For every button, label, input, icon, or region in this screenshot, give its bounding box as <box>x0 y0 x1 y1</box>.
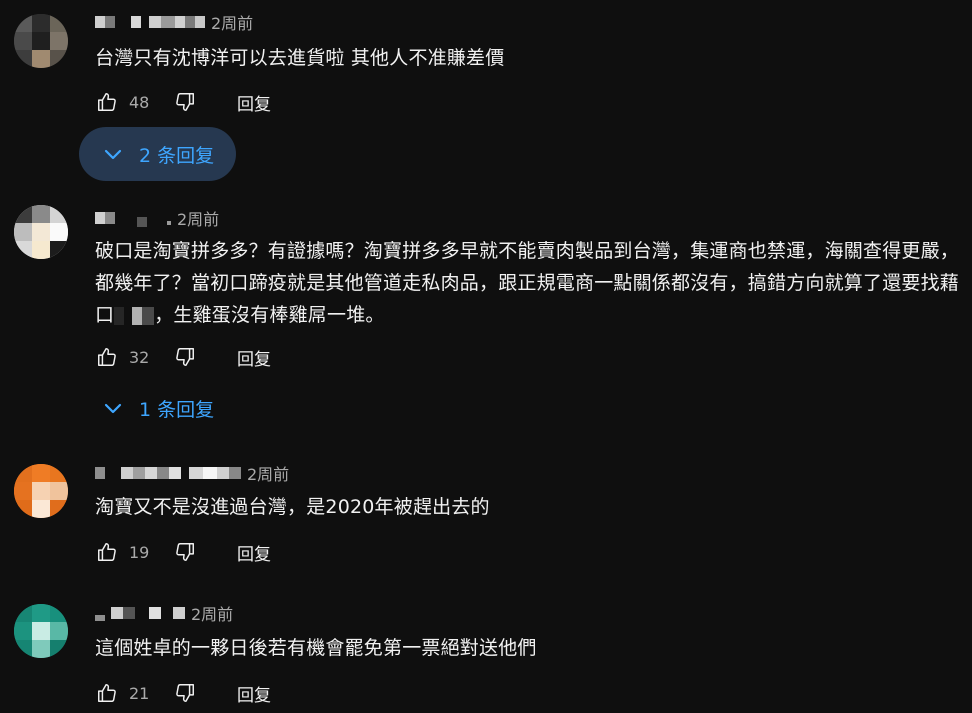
like-count: 32 <box>129 347 150 367</box>
comment-header: 2周前 <box>95 602 233 624</box>
chevron-down-icon <box>101 396 139 420</box>
comment-text: 淘寶又不是沒進過台灣，是2020年被趕出去的 <box>95 496 490 518</box>
comment-actions: 32 回复 <box>95 344 271 370</box>
comment-time[interactable]: 2周前 <box>177 206 219 230</box>
like-count: 21 <box>129 683 150 703</box>
replies-count-label: 1 条回复 <box>139 398 215 421</box>
thumb-up-icon[interactable] <box>95 345 119 369</box>
comment-time[interactable]: 2周前 <box>247 461 289 485</box>
thumb-down-icon[interactable] <box>173 681 197 705</box>
reply-button[interactable]: 回复 <box>237 345 271 370</box>
reply-button[interactable]: 回复 <box>237 90 271 115</box>
author-name-redacted[interactable] <box>95 605 185 621</box>
replies-count-label: 2 条回复 <box>139 144 215 167</box>
comment-text: 這個姓卓的一夥日後若有機會罷免第一票絕對送他們 <box>95 637 537 659</box>
comment-actions: 48 回复 <box>95 89 271 115</box>
comment-header: 2周前 <box>95 207 219 229</box>
thumb-up-icon[interactable] <box>95 540 119 564</box>
reply-button[interactable]: 回复 <box>237 540 271 565</box>
thumb-down-icon[interactable] <box>173 90 197 114</box>
comment-text: 台灣只有沈博洋可以去進貨啦 其他人不准賺差價 <box>95 47 505 69</box>
avatar[interactable] <box>14 14 68 68</box>
reply-button[interactable]: 回复 <box>237 681 271 706</box>
comment-header: 2周前 <box>95 462 289 484</box>
comment-text-part: ，生雞蛋沒有棒雞屌一堆。 <box>154 304 385 326</box>
comment-actions: 19 回复 <box>95 539 271 565</box>
comment-time[interactable]: 2周前 <box>211 10 253 34</box>
thumb-down-icon[interactable] <box>173 540 197 564</box>
comment-actions: 21 回复 <box>95 680 271 706</box>
view-replies-button[interactable]: 1 条回复 <box>79 381 236 435</box>
author-name-redacted[interactable] <box>95 465 241 481</box>
thumb-up-icon[interactable] <box>95 90 119 114</box>
avatar[interactable] <box>14 604 68 658</box>
redacted-text <box>114 306 155 325</box>
avatar[interactable] <box>14 205 68 259</box>
comment-header: 2周前 <box>95 11 253 33</box>
like-count: 48 <box>129 92 150 112</box>
author-name-redacted[interactable] <box>95 210 171 227</box>
like-count: 19 <box>129 542 150 562</box>
comment-time[interactable]: 2周前 <box>191 601 233 625</box>
comment-text: 破口是淘寶拼多多？有證據嗎？淘寶拼多多早就不能賣肉製品到台灣，集運商也禁運，海關… <box>95 235 959 331</box>
thumb-down-icon[interactable] <box>173 345 197 369</box>
chevron-down-icon <box>101 142 139 166</box>
view-replies-button[interactable]: 2 条回复 <box>79 127 237 181</box>
avatar[interactable] <box>14 464 68 518</box>
author-name-redacted[interactable] <box>95 14 205 30</box>
thumb-up-icon[interactable] <box>95 681 119 705</box>
